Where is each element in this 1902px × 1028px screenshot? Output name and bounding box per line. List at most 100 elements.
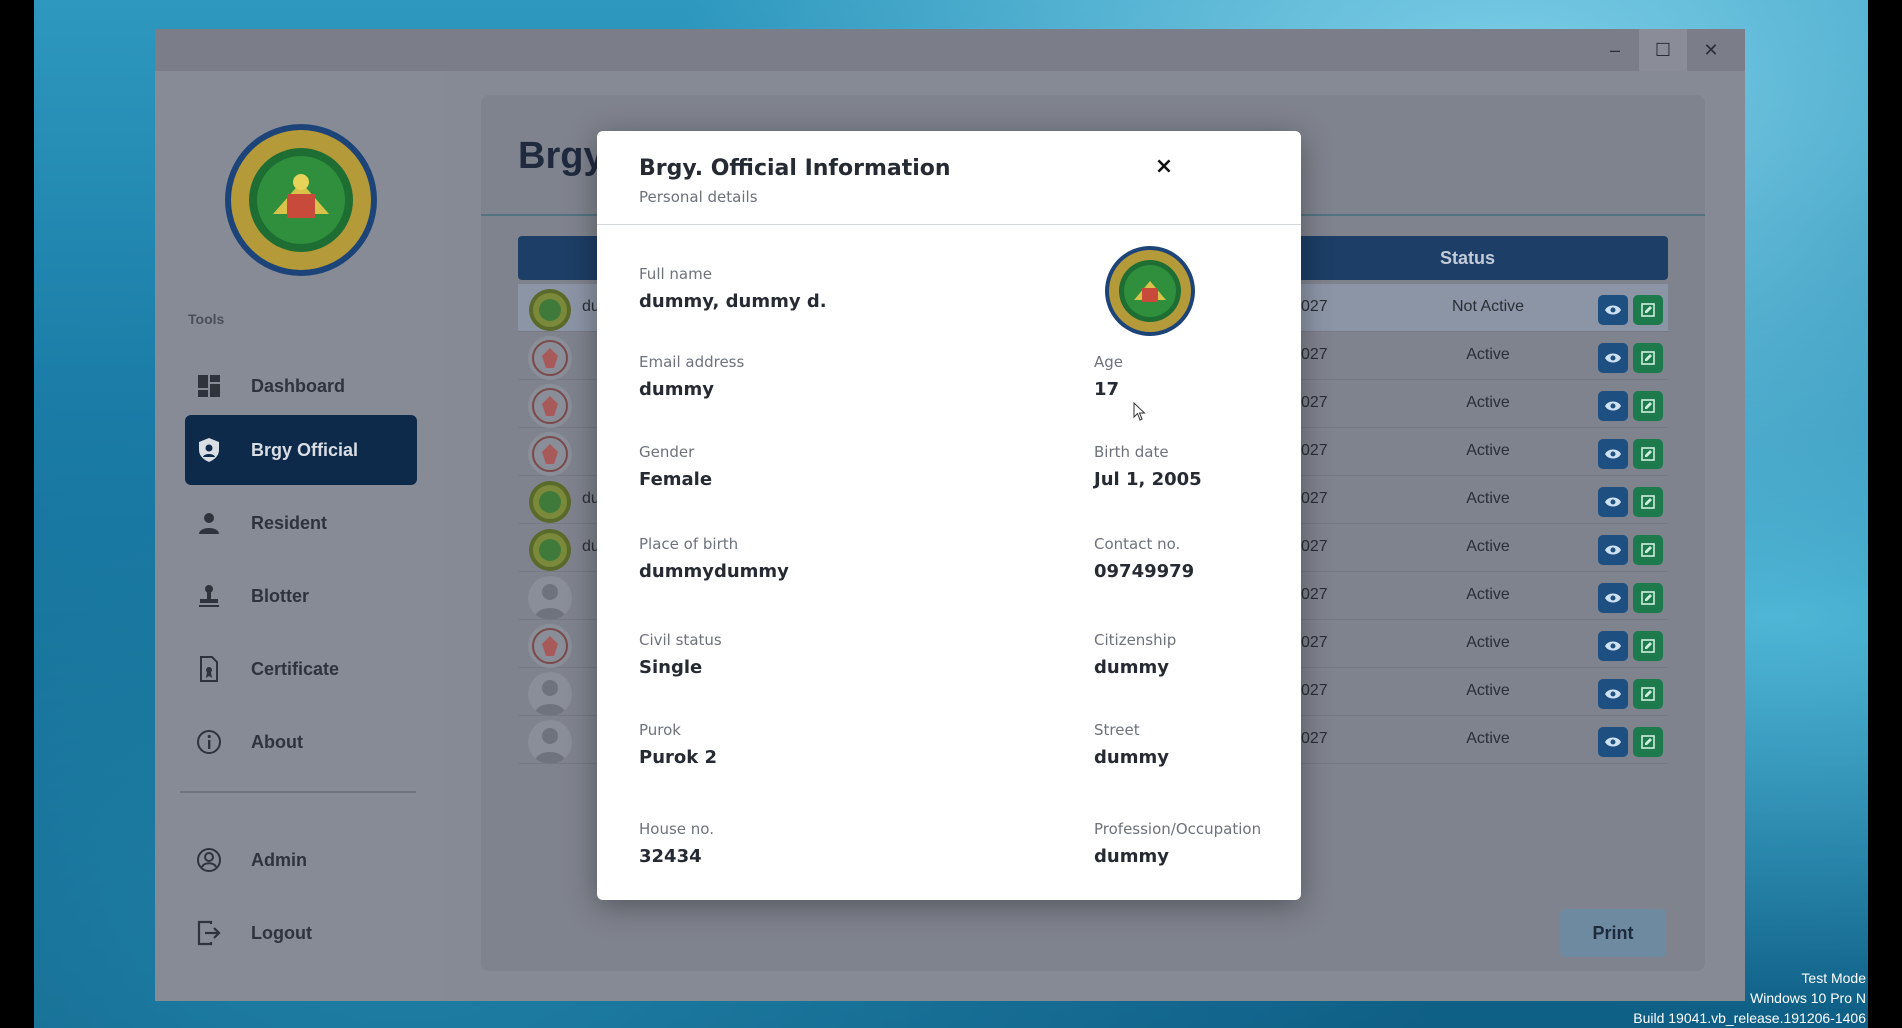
row-avatar <box>528 432 572 476</box>
view-button[interactable] <box>1598 439 1628 469</box>
view-button[interactable] <box>1598 583 1628 613</box>
print-button[interactable]: Print <box>1560 909 1666 957</box>
age-label: Age <box>1094 353 1124 371</box>
row-avatar <box>528 336 572 380</box>
row-term: 027 <box>1301 730 1328 747</box>
row-term: 027 <box>1301 490 1328 507</box>
eye-icon <box>1605 737 1621 747</box>
nav-item-dashboard[interactable]: Dashboard <box>185 351 417 421</box>
barangay-seal-logo <box>223 122 379 278</box>
citizenship-value: dummy <box>1094 657 1169 678</box>
maximize-button[interactable]: ☐ <box>1639 29 1687 71</box>
nav-item-certificate[interactable]: Certificate <box>185 634 417 704</box>
purok-label: Purok <box>639 721 681 739</box>
contact-value: 09749979 <box>1094 561 1195 582</box>
nav-item-admin[interactable]: Admin <box>185 825 417 895</box>
field-citizenship: Citizenship dummy <box>1094 630 1176 679</box>
field-birth-date: Birth date Jul 1, 2005 <box>1094 442 1202 491</box>
stamp-icon <box>195 582 223 610</box>
email-value: dummy <box>639 379 714 400</box>
admin-icon <box>195 846 223 874</box>
house-no-value: 32434 <box>639 846 702 867</box>
view-button[interactable] <box>1598 295 1628 325</box>
row-avatar <box>528 672 572 716</box>
contact-label: Contact no. <box>1094 535 1181 553</box>
nav-item-blotter[interactable]: Blotter <box>185 561 417 631</box>
modal-close-button[interactable]: × <box>1146 148 1182 184</box>
eye-icon <box>1605 353 1621 363</box>
nav-label-blotter: Blotter <box>251 585 309 606</box>
sidebar-divider <box>180 791 416 793</box>
edit-icon <box>1641 591 1655 605</box>
edit-button[interactable] <box>1633 439 1663 469</box>
row-status: Active <box>1466 346 1510 363</box>
view-button[interactable] <box>1598 535 1628 565</box>
edit-button[interactable] <box>1633 727 1663 757</box>
street-value: dummy <box>1094 747 1169 768</box>
eye-icon <box>1605 497 1621 507</box>
view-button[interactable] <box>1598 679 1628 709</box>
purok-value: Purok 2 <box>639 747 718 768</box>
edit-icon <box>1641 735 1655 749</box>
row-avatar <box>528 384 572 428</box>
age-value: 17 <box>1094 379 1120 400</box>
minimize-button[interactable]: – <box>1591 29 1639 71</box>
nav-item-logout[interactable]: Logout <box>185 898 417 968</box>
row-status: Active <box>1466 538 1510 555</box>
nav-label-brgy-official: Brgy Official <box>251 439 359 460</box>
row-term: 027 <box>1301 682 1328 699</box>
nav-label-dashboard: Dashboard <box>251 375 346 396</box>
citizenship-label: Citizenship <box>1094 631 1177 649</box>
nav-item-brgy-official[interactable]: Brgy Official <box>185 415 417 485</box>
row-avatar <box>528 288 572 332</box>
eye-icon <box>1605 305 1621 315</box>
house-no-label: House no. <box>639 820 714 838</box>
modal-title: Brgy. Official Information <box>639 156 951 181</box>
row-status: Active <box>1466 634 1510 651</box>
nav-item-resident[interactable]: Resident <box>185 488 417 558</box>
modal-divider <box>597 224 1301 225</box>
edit-button[interactable] <box>1633 535 1663 565</box>
field-age: Age 17 <box>1094 352 1123 401</box>
status-column-header: Status <box>1440 248 1496 268</box>
row-term: 027 <box>1301 298 1328 315</box>
eye-icon <box>1605 593 1621 603</box>
row-term: 027 <box>1301 634 1328 651</box>
edit-button[interactable] <box>1633 679 1663 709</box>
close-window-button[interactable]: ✕ <box>1687 29 1735 71</box>
view-button[interactable] <box>1598 391 1628 421</box>
modal-subtitle: Personal details <box>639 188 758 206</box>
eye-icon <box>1605 641 1621 651</box>
edit-button[interactable] <box>1633 295 1663 325</box>
edit-button[interactable] <box>1633 391 1663 421</box>
occupation-label: Profession/Occupation <box>1094 820 1262 838</box>
nav-label-about: About <box>251 731 303 752</box>
edit-icon <box>1641 351 1655 365</box>
edit-icon <box>1641 399 1655 413</box>
view-button[interactable] <box>1598 631 1628 661</box>
field-street: Street dummy <box>1094 720 1169 769</box>
nav-item-about[interactable]: About <box>185 707 417 777</box>
sidebar: Tools Dashboard Brgy Official Resident B… <box>155 71 445 1001</box>
eye-icon <box>1605 545 1621 555</box>
edit-button[interactable] <box>1633 583 1663 613</box>
edit-button[interactable] <box>1633 487 1663 517</box>
edit-icon <box>1641 687 1655 701</box>
view-button[interactable] <box>1598 727 1628 757</box>
field-email: Email address dummy <box>639 352 744 401</box>
view-button[interactable] <box>1598 487 1628 517</box>
shield-user-icon <box>195 436 223 464</box>
eye-icon <box>1605 449 1621 459</box>
street-label: Street <box>1094 721 1140 739</box>
row-status: Not Active <box>1451 298 1525 315</box>
edit-button[interactable] <box>1633 343 1663 373</box>
view-button[interactable] <box>1598 343 1628 373</box>
place-of-birth-value: dummydummy <box>639 561 789 582</box>
nav-label-certificate: Certificate <box>251 658 340 679</box>
edit-button[interactable] <box>1633 631 1663 661</box>
full-name-label: Full name <box>639 265 712 283</box>
occupation-value: dummy <box>1094 846 1169 867</box>
field-gender: Gender Female <box>639 442 712 491</box>
field-contact: Contact no. 09749979 <box>1094 534 1194 583</box>
title-bar: – ☐ ✕ <box>155 29 1745 71</box>
